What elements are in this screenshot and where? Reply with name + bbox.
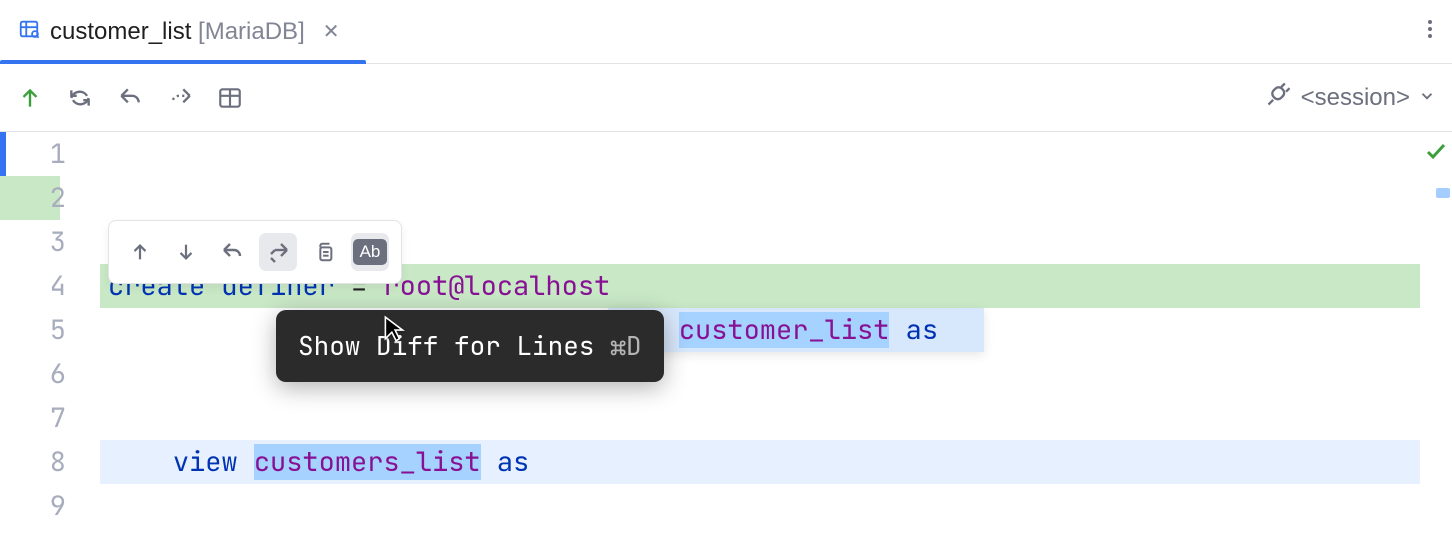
editor-tab-bar: customer_list [MariaDB] ✕ [0, 0, 1452, 64]
line-number: 6 [0, 352, 66, 396]
code-line[interactable]: view customers_list as [100, 440, 1452, 484]
error-stripe-rail[interactable] [1420, 132, 1452, 536]
line-number: 7 [0, 396, 66, 440]
change-marker[interactable] [1436, 188, 1450, 198]
chevron-down-icon [1418, 84, 1436, 112]
editor-toolbar: <session> [0, 64, 1452, 132]
plug-icon [1265, 80, 1293, 115]
tab-title: customer_list [MariaDB] [50, 18, 305, 46]
line-number: 3 [0, 220, 66, 264]
session-label: <session> [1301, 84, 1410, 112]
close-icon[interactable]: ✕ [315, 15, 348, 48]
commit-button[interactable] [166, 84, 194, 112]
toolbar-left-group [16, 84, 244, 112]
tabs-container: customer_list [MariaDB] ✕ [0, 0, 366, 63]
prev-change-button[interactable] [121, 233, 159, 271]
session-picker[interactable]: <session> [1265, 80, 1436, 115]
rollback-change-button[interactable] [213, 233, 251, 271]
refresh-button[interactable] [66, 84, 94, 112]
line-number: 2 [0, 176, 66, 220]
inline-diff-preview: iew customer_list as [608, 308, 984, 352]
line-number: 5 [0, 308, 66, 352]
code-content[interactable]: create definer = root@localhost view cus… [100, 132, 1452, 536]
table-icon [18, 18, 40, 45]
line-number: 1 [0, 132, 66, 176]
action-tooltip: Show Diff for Lines ⌘D [276, 310, 664, 382]
next-change-button[interactable] [167, 233, 205, 271]
diff-actions-popup: Ab [108, 220, 402, 284]
code-editor[interactable]: 1 2 3 4 5 6 7 8 9 create definer = root@… [0, 132, 1452, 536]
ab-badge: Ab [353, 239, 387, 265]
submit-button[interactable] [16, 84, 44, 112]
show-diff-button[interactable] [259, 233, 297, 271]
data-grid-button[interactable] [216, 84, 244, 112]
highlight-words-toggle[interactable]: Ab [351, 233, 389, 271]
line-number: 4 [0, 264, 66, 308]
tab-customer-list[interactable]: customer_list [MariaDB] ✕ [0, 0, 366, 63]
line-number: 9 [0, 484, 66, 528]
rollback-button[interactable] [116, 84, 144, 112]
tooltip-text: Show Diff for Lines [298, 324, 594, 368]
tab-options-menu-button[interactable] [1416, 12, 1444, 51]
line-number-gutter: 1 2 3 4 5 6 7 8 9 [0, 132, 100, 536]
copy-button[interactable] [305, 233, 343, 271]
line-number: 8 [0, 440, 66, 484]
tooltip-shortcut: ⌘D [610, 324, 641, 368]
inspection-ok-icon [1424, 132, 1448, 176]
